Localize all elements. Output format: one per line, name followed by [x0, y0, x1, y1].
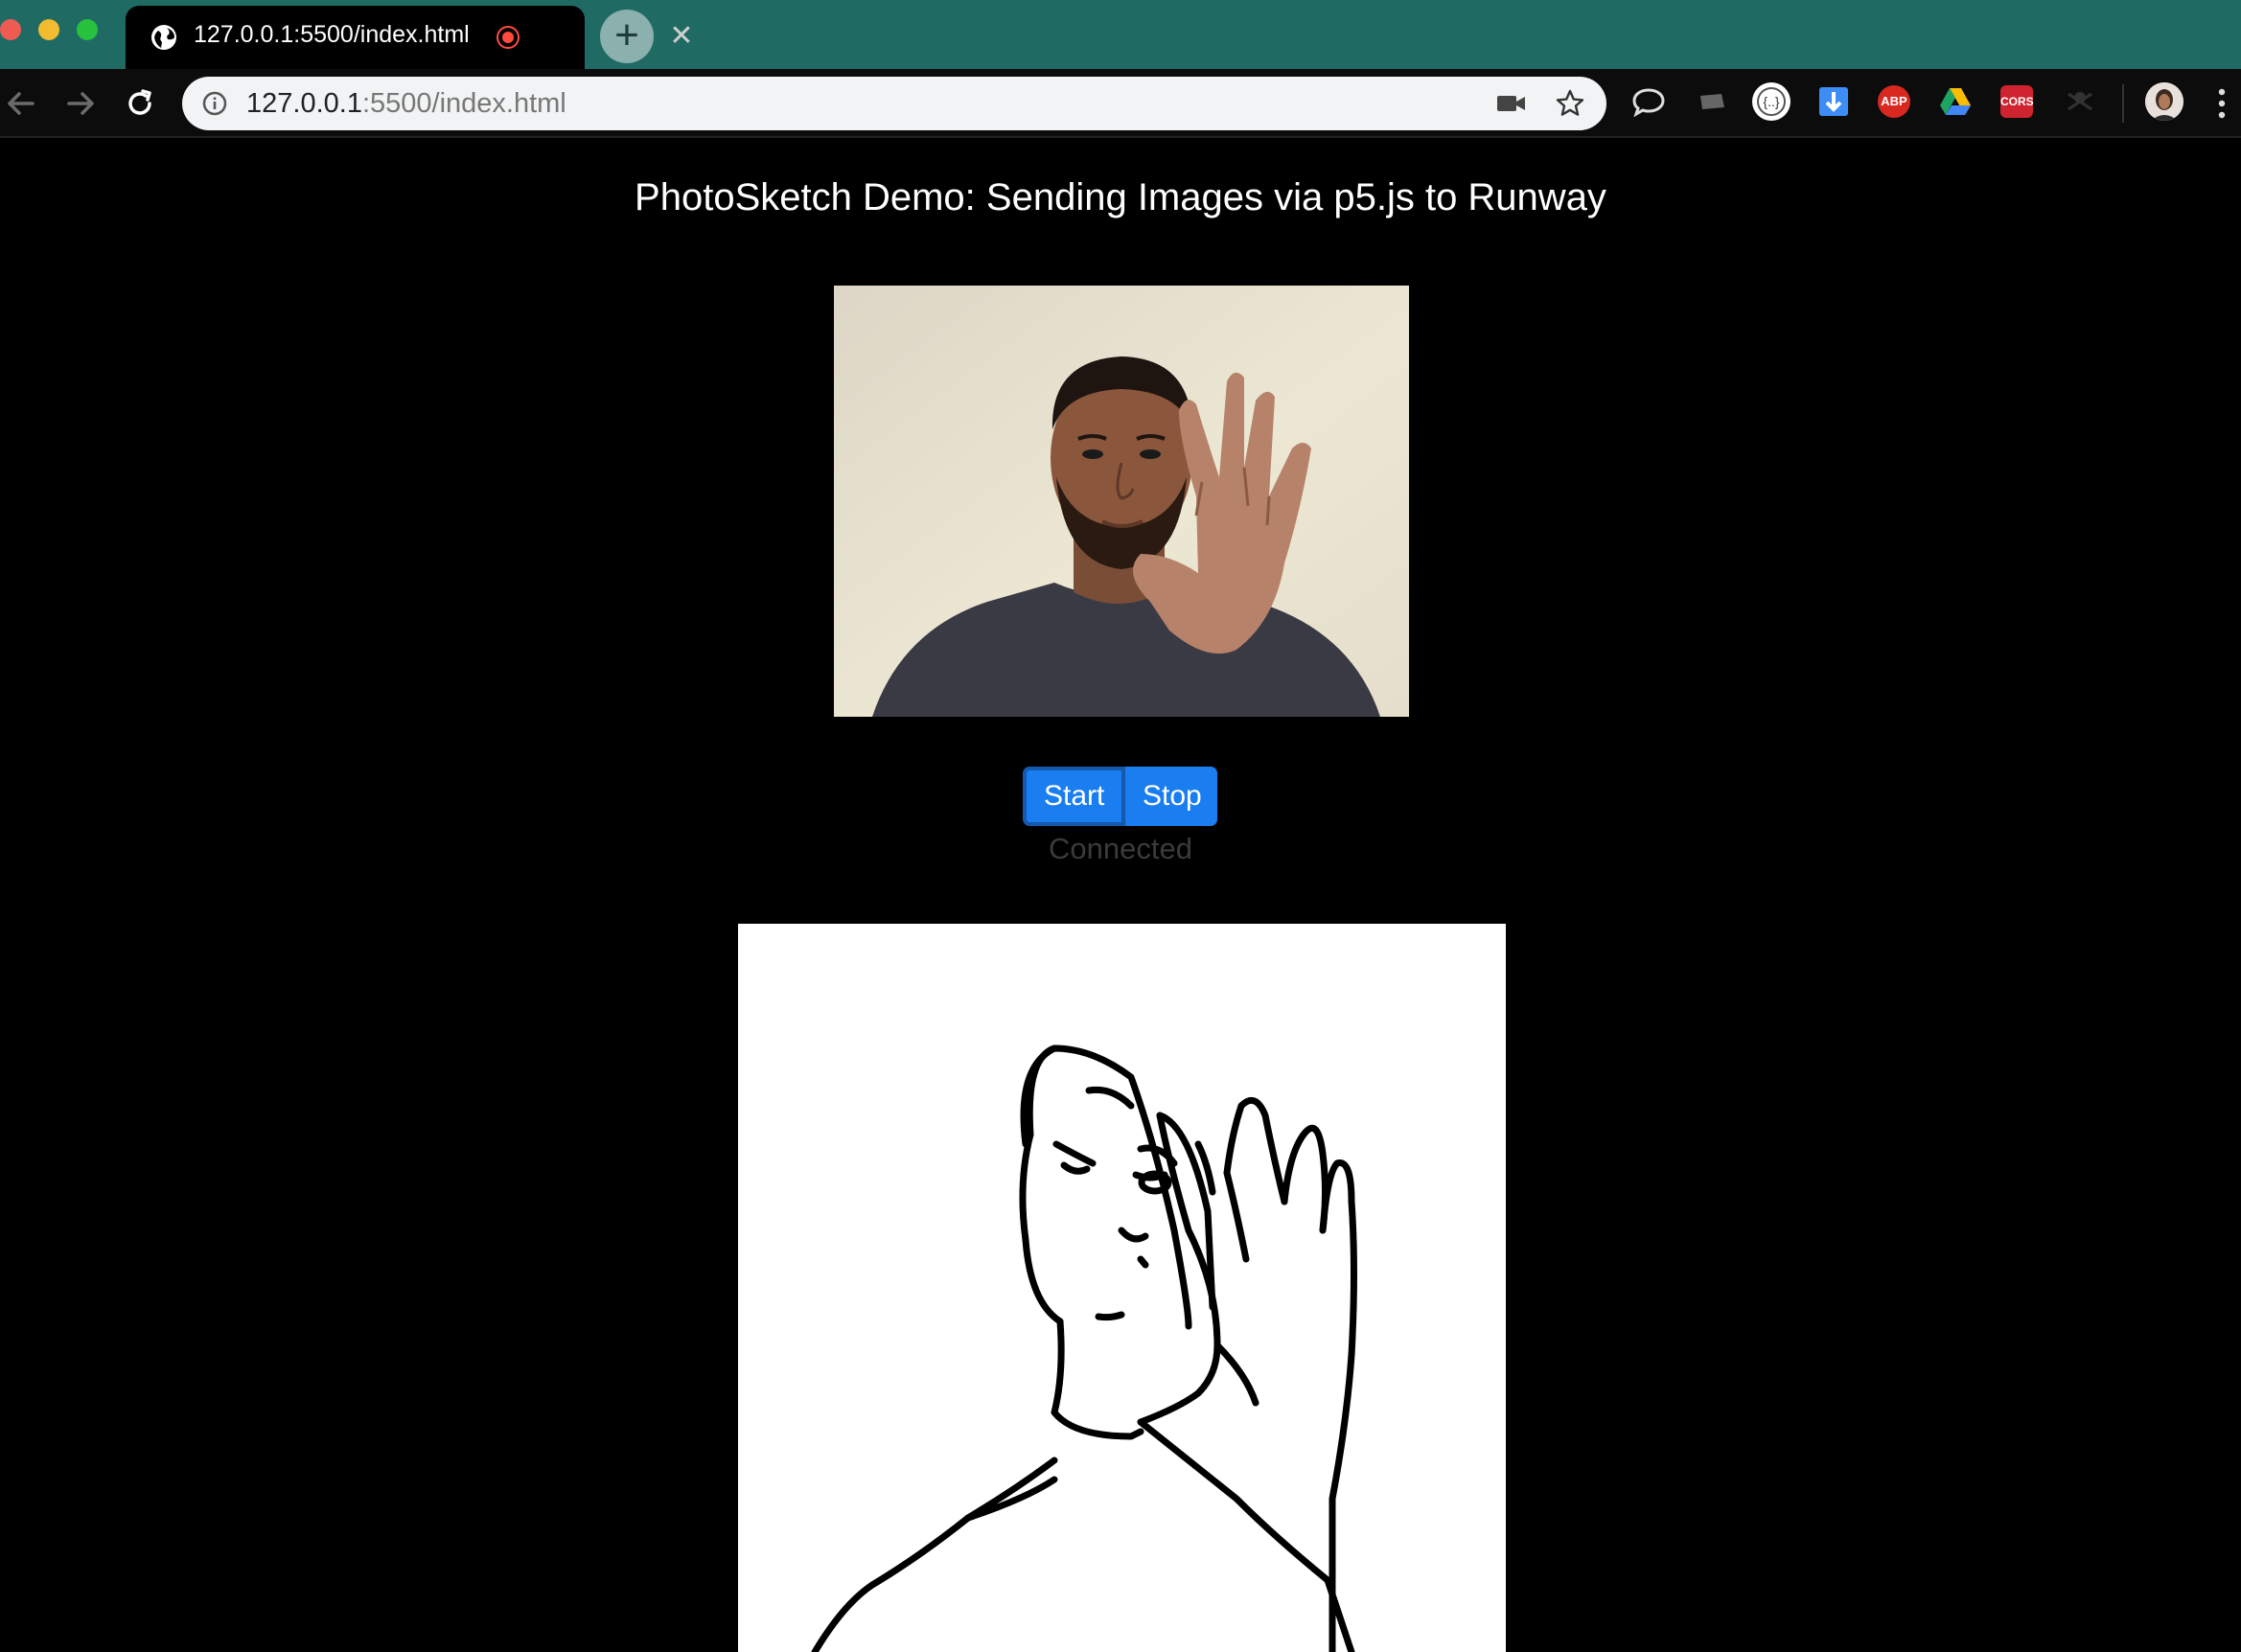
bookmark-star-icon[interactable]: [1555, 88, 1585, 119]
maximize-window-button[interactable]: [77, 19, 98, 40]
back-arrow-icon[interactable]: [0, 82, 42, 125]
start-button[interactable]: Start: [1023, 767, 1125, 826]
tab-close-icon[interactable]: ✕: [667, 22, 696, 51]
cors-icon[interactable]: CORS: [2000, 85, 2034, 118]
webcam-video: [834, 286, 1409, 717]
browser-window: 127.0.0.1:5500/index.html ✕ + 127.0.0.1:…: [0, 0, 2241, 1652]
info-icon[interactable]: [201, 90, 228, 117]
download-arrow-icon[interactable]: [1814, 82, 1853, 121]
toolbar-divider: [2122, 84, 2124, 123]
new-tab-button[interactable]: +: [600, 10, 654, 63]
page-title: PhotoSketch Demo: Sending Images via p5.…: [635, 176, 1606, 218]
close-window-button[interactable]: [0, 19, 21, 40]
pirate-flag-icon[interactable]: [2061, 82, 2099, 121]
recording-indicator-icon: [497, 26, 520, 49]
camera-icon[interactable]: [1495, 92, 1528, 115]
browser-toolbar: 127.0.0.1:5500/index.html {..} ABP CORS: [0, 69, 2241, 138]
globe-icon: [151, 25, 176, 50]
control-button-group: Start Stop: [1023, 767, 1217, 826]
url-path: :5500/index.html: [361, 88, 566, 119]
chat-bubble-icon[interactable]: [1629, 82, 1668, 121]
json-viewer-icon[interactable]: {..}: [1750, 80, 1792, 123]
more-menu-icon[interactable]: [2218, 86, 2226, 121]
url-text[interactable]: 127.0.0.1:5500/index.html: [246, 88, 566, 120]
extension-card-icon[interactable]: [1693, 82, 1731, 121]
url-host: 127.0.0.1: [246, 88, 362, 119]
minimize-window-button[interactable]: [38, 19, 59, 40]
profile-avatar[interactable]: [2145, 82, 2183, 121]
address-bar[interactable]: 127.0.0.1:5500/index.html: [182, 77, 1606, 130]
forward-arrow-icon[interactable]: [59, 82, 102, 125]
google-drive-icon[interactable]: [1936, 82, 1975, 121]
sketch-output-image: [738, 924, 1506, 1652]
tab-title: 127.0.0.1:5500/index.html: [194, 21, 470, 48]
svg-text:{..}: {..}: [1763, 94, 1779, 109]
adblock-plus-icon[interactable]: ABP: [1878, 85, 1910, 118]
tab-bar: 127.0.0.1:5500/index.html ✕ +: [0, 0, 2241, 69]
page-content: PhotoSketch Demo: Sending Images via p5.…: [0, 138, 2241, 1652]
active-tab[interactable]: 127.0.0.1:5500/index.html ✕: [126, 6, 694, 69]
connection-status: Connected: [1049, 832, 1192, 865]
reload-icon[interactable]: [119, 82, 161, 125]
profile-picture-icon: [2145, 82, 2183, 121]
stop-button[interactable]: Stop: [1125, 767, 1217, 826]
